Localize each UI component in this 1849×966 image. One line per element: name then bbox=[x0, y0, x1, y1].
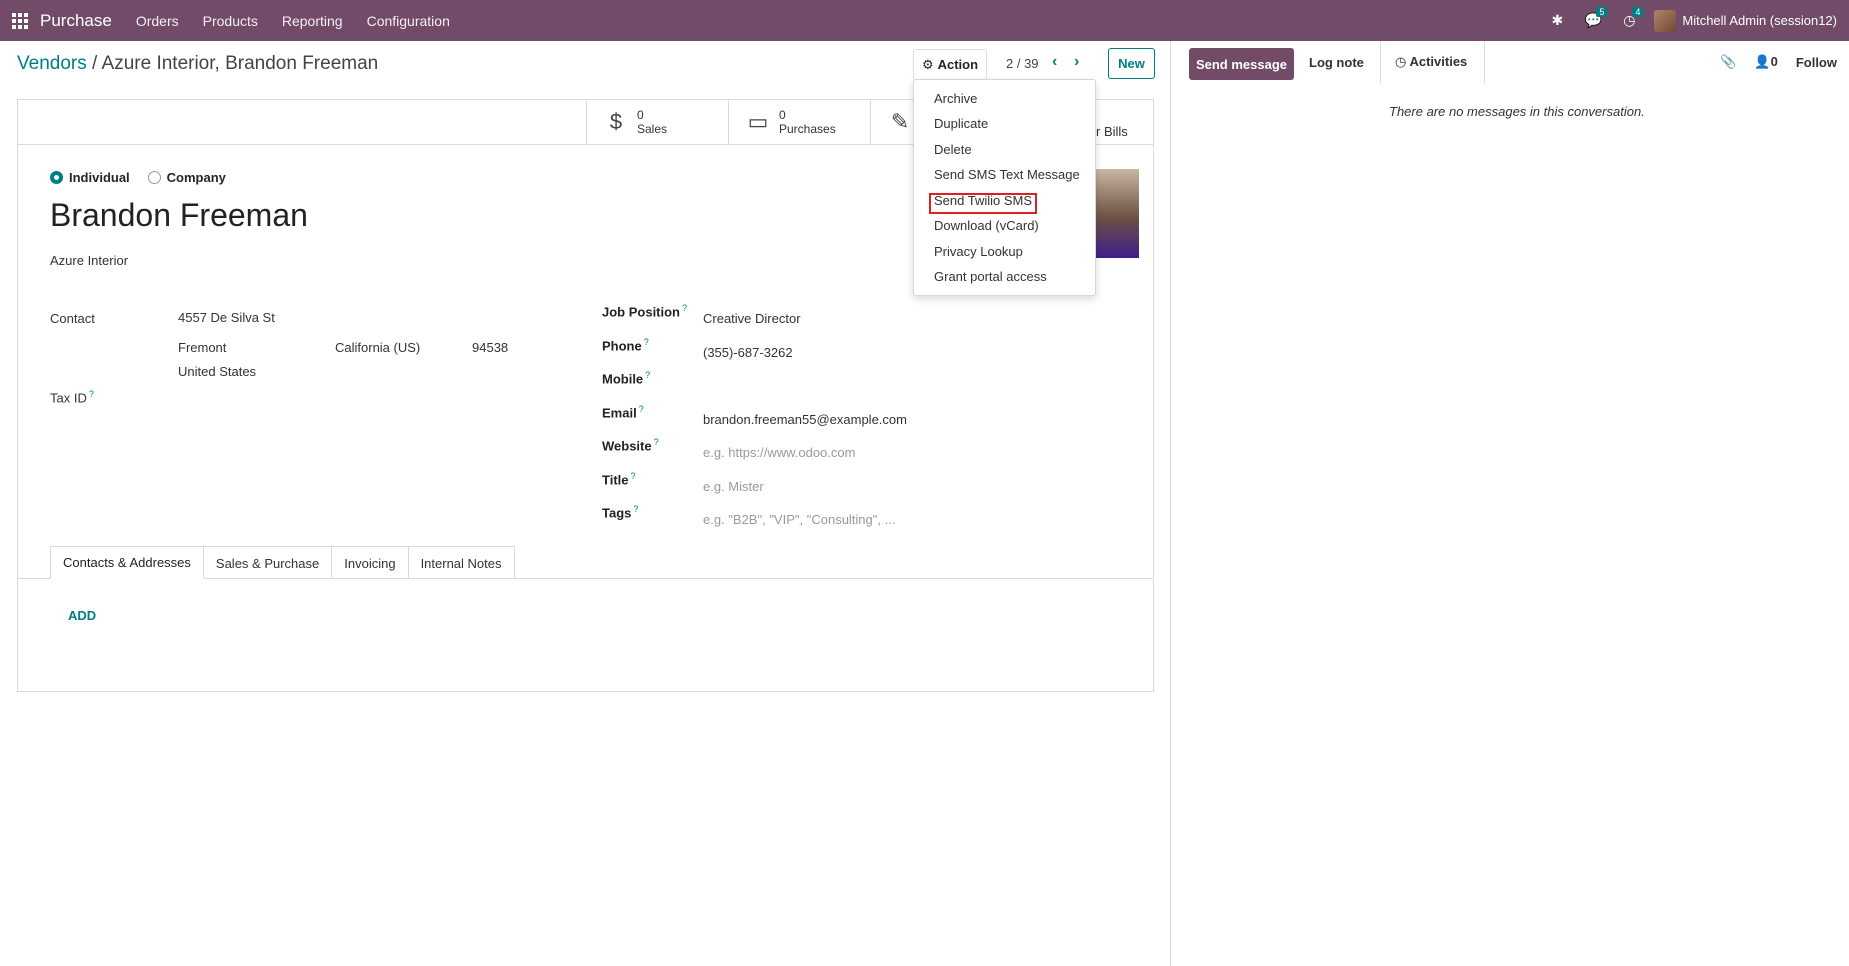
messages-badge: 5 bbox=[1596, 7, 1608, 17]
user-menu[interactable]: Mitchell Admin (session12) bbox=[1654, 9, 1837, 32]
chatter-right-tools: 📎 👤0 Follow bbox=[1720, 54, 1837, 70]
activities-badge: 4 bbox=[1632, 7, 1644, 17]
tab-invoicing[interactable]: Invoicing bbox=[331, 546, 409, 579]
sales-smart-button[interactable]: $ 0 Sales bbox=[586, 100, 728, 144]
pager-value[interactable]: 2 / 39 bbox=[1006, 56, 1039, 71]
contact-label: Contact bbox=[50, 311, 95, 326]
empty-conversation-text: There are no messages in this conversati… bbox=[1389, 104, 1645, 119]
company-type-radio: Individual Company bbox=[50, 170, 226, 185]
gear-icon: ⚙ bbox=[921, 56, 934, 72]
menu-item-delete[interactable]: Delete bbox=[934, 142, 972, 157]
edit-icon: ✎ bbox=[890, 109, 910, 134]
website-field[interactable]: e.g. https://www.odoo.com bbox=[703, 445, 855, 460]
tab-sales-purchase[interactable]: Sales & Purchase bbox=[202, 546, 333, 579]
tags-label: Tags? bbox=[602, 504, 639, 521]
city-field[interactable]: Fremont bbox=[178, 340, 226, 355]
menu-item-send-twilio-sms[interactable]: Send Twilio SMS bbox=[934, 193, 1032, 208]
breadcrumb-separator: / bbox=[92, 53, 98, 74]
apps-menu-icon[interactable] bbox=[0, 0, 40, 41]
action-button[interactable]: ⚙ Action bbox=[913, 49, 987, 80]
partner-photo[interactable] bbox=[1096, 169, 1139, 258]
messages-icon[interactable]: 💬 5 bbox=[1582, 7, 1608, 29]
avatar bbox=[1654, 9, 1677, 32]
menu-orders[interactable]: Orders bbox=[124, 13, 191, 29]
chatter-divider bbox=[1380, 41, 1381, 83]
breadcrumb: Vendors / Azure Interior, Brandon Freema… bbox=[17, 53, 378, 75]
tab-contacts-addresses[interactable]: Contacts & Addresses bbox=[50, 546, 204, 579]
followers-button[interactable]: 👤0 bbox=[1754, 54, 1777, 70]
log-note-button[interactable]: Log note bbox=[1309, 55, 1364, 70]
credit-card-icon: ▭ bbox=[747, 109, 769, 134]
country-field[interactable]: United States bbox=[178, 364, 256, 379]
user-name: Mitchell Admin (session12) bbox=[1682, 13, 1837, 28]
menu-item-duplicate[interactable]: Duplicate bbox=[934, 116, 988, 131]
menu-item-send-sms[interactable]: Send SMS Text Message bbox=[934, 167, 1080, 182]
radio-company[interactable]: Company bbox=[147, 170, 226, 185]
paperclip-icon[interactable]: 📎 bbox=[1720, 54, 1736, 70]
chatter-divider bbox=[1484, 41, 1485, 83]
tax-id-label: Tax ID? bbox=[50, 389, 94, 406]
bug-icon[interactable]: ✱ bbox=[1546, 12, 1568, 29]
menu-item-download-vcard[interactable]: Download (vCard) bbox=[934, 218, 1039, 233]
purchases-smart-button[interactable]: ▭ 0 Purchases bbox=[728, 100, 870, 144]
menu-reporting[interactable]: Reporting bbox=[270, 13, 355, 29]
radio-individual[interactable]: Individual bbox=[50, 170, 130, 185]
person-icon: 👤 bbox=[1754, 54, 1771, 69]
title-field[interactable]: e.g. Mister bbox=[703, 479, 764, 494]
sales-count: 0 bbox=[637, 108, 644, 122]
mobile-label: Mobile? bbox=[602, 370, 651, 387]
action-label: Action bbox=[937, 57, 979, 72]
job-position-label: Job Position? bbox=[602, 303, 688, 320]
tags-field[interactable]: e.g. "B2B", "VIP", "Consulting", ... bbox=[703, 512, 895, 527]
breadcrumb-vendors-link[interactable]: Vendors bbox=[17, 53, 87, 74]
vendor-bills-label: r Bills bbox=[1096, 124, 1128, 139]
email-field[interactable]: brandon.freeman55@example.com bbox=[703, 412, 907, 427]
job-position-field[interactable]: Creative Director bbox=[703, 311, 801, 326]
new-button[interactable]: New bbox=[1108, 48, 1155, 79]
state-field[interactable]: California (US) bbox=[335, 340, 420, 355]
follow-button[interactable]: Follow bbox=[1796, 55, 1837, 70]
menu-configuration[interactable]: Configuration bbox=[355, 13, 462, 29]
company-name-field[interactable]: Azure Interior bbox=[50, 253, 128, 268]
send-message-button[interactable]: Send message bbox=[1189, 48, 1294, 80]
app-name[interactable]: Purchase bbox=[40, 11, 112, 31]
purchases-count: 0 bbox=[779, 108, 786, 122]
zip-field[interactable]: 94538 bbox=[472, 340, 508, 355]
tab-internal-notes[interactable]: Internal Notes bbox=[407, 546, 515, 579]
title-label: Title? bbox=[602, 471, 636, 488]
breadcrumb-current: Azure Interior, Brandon Freeman bbox=[101, 53, 379, 74]
street-field[interactable]: 4557 De Silva St bbox=[178, 310, 275, 325]
dollar-icon: $ bbox=[609, 109, 623, 134]
phone-field[interactable]: (355)-687-3262 bbox=[703, 345, 793, 360]
action-dropdown-menu: Archive Duplicate Delete Send SMS Text M… bbox=[913, 79, 1096, 296]
website-label: Website? bbox=[602, 437, 659, 454]
add-contact-button[interactable]: ADD bbox=[68, 608, 96, 623]
menu-item-privacy-lookup[interactable]: Privacy Lookup bbox=[934, 244, 1023, 259]
menu-item-grant-portal-access[interactable]: Grant portal access bbox=[934, 269, 1047, 284]
top-navbar: Purchase Orders Products Reporting Confi… bbox=[0, 0, 1849, 41]
partner-name-field[interactable]: Brandon Freeman bbox=[50, 197, 308, 234]
activities-clock-icon[interactable]: ◷ 4 bbox=[1618, 7, 1644, 29]
menu-item-archive[interactable]: Archive bbox=[934, 91, 977, 106]
activities-button[interactable]: ◷ Activities bbox=[1395, 54, 1467, 70]
radio-unchecked-icon bbox=[147, 171, 161, 184]
pager-previous-icon[interactable]: ‹ bbox=[1052, 53, 1057, 71]
email-label: Email? bbox=[602, 404, 644, 421]
purchases-label: Purchases bbox=[779, 122, 836, 136]
clock-icon: ◷ bbox=[1395, 54, 1407, 69]
radio-checked-icon bbox=[50, 171, 63, 184]
notebook-tabs: Contacts & Addresses Sales & Purchase In… bbox=[50, 546, 515, 579]
phone-label: Phone? bbox=[602, 337, 649, 354]
chatter-panel: Send message Log note ◷ Activities 📎 👤0 … bbox=[1170, 41, 1849, 966]
sales-label: Sales bbox=[637, 122, 668, 136]
pager-next-icon[interactable]: › bbox=[1074, 53, 1079, 71]
menu-products[interactable]: Products bbox=[191, 13, 270, 29]
